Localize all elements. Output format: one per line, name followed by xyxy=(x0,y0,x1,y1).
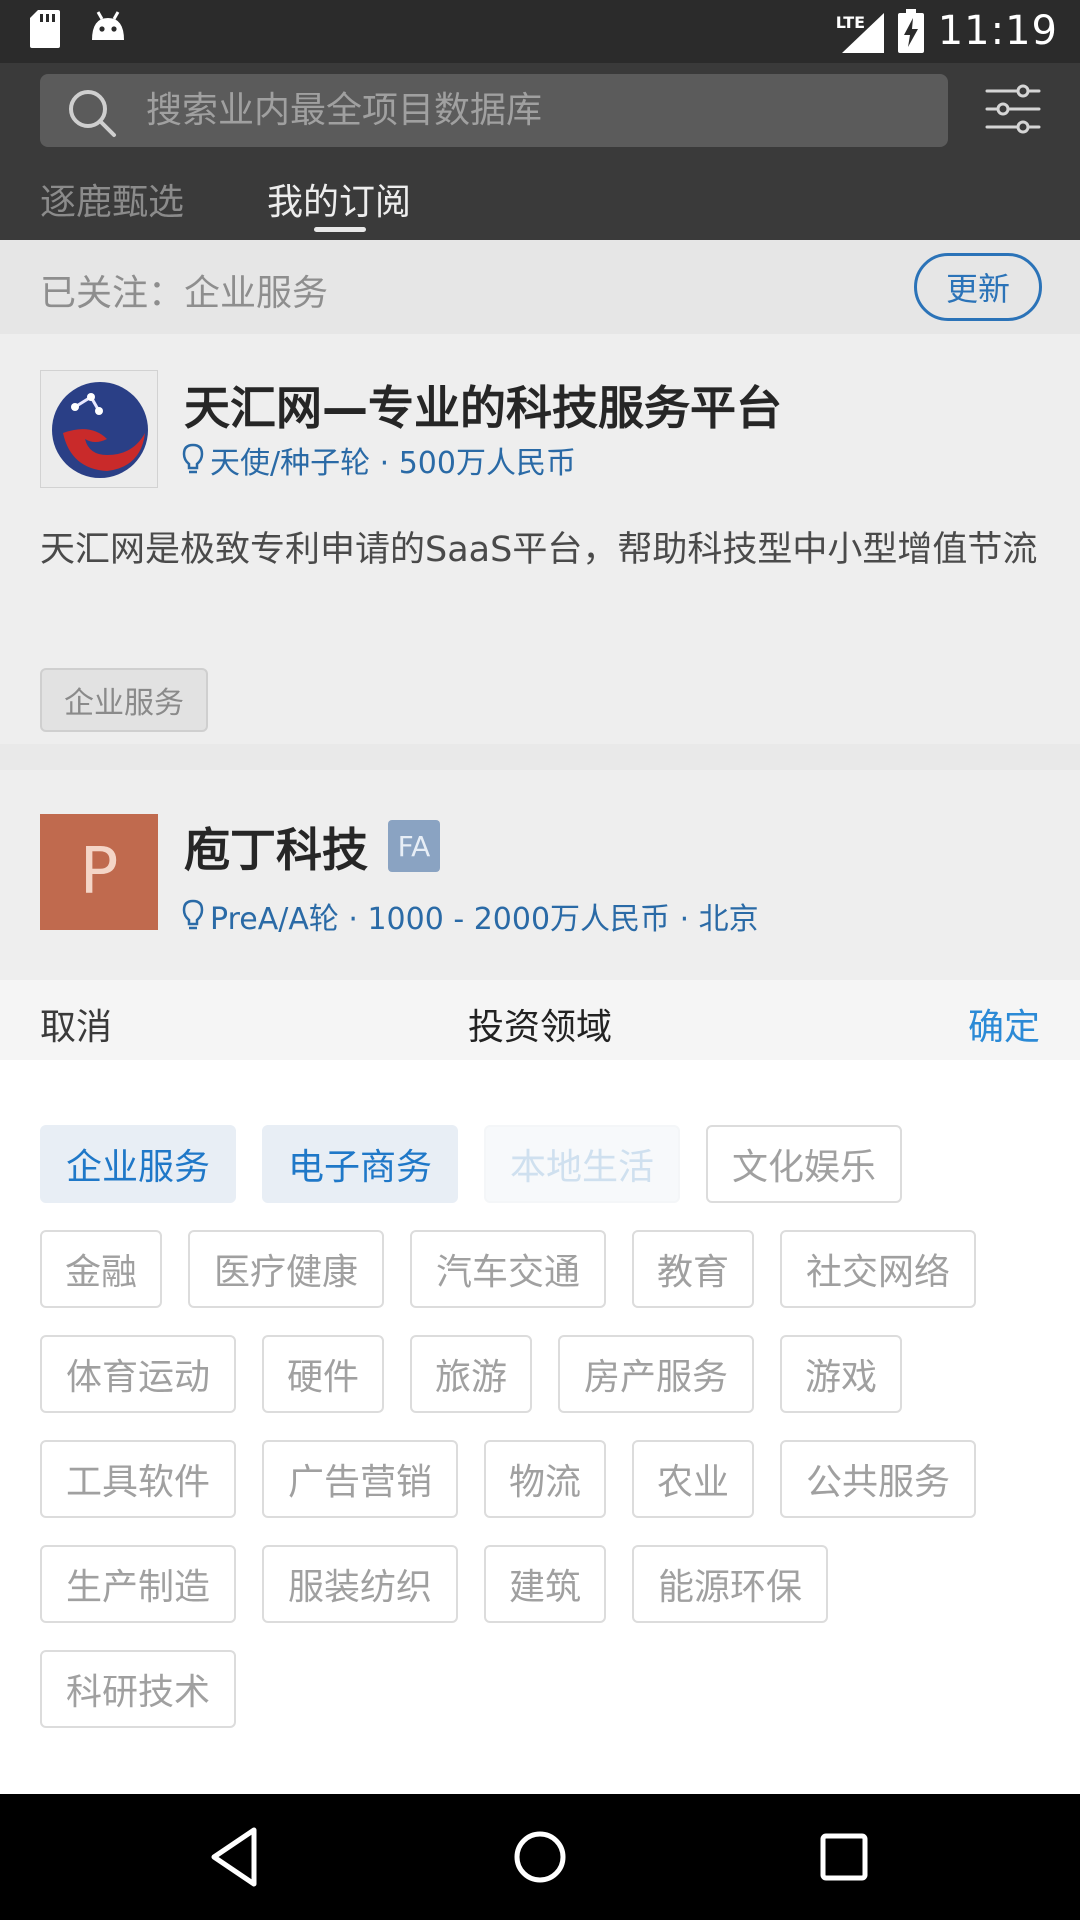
search-input[interactable] xyxy=(144,74,924,147)
field-chip[interactable]: 生产制造 xyxy=(40,1545,236,1623)
recents-icon[interactable] xyxy=(809,1822,879,1892)
field-chip[interactable]: 工具软件 xyxy=(40,1440,236,1518)
project-meta: 天使/种子轮 · 500万人民币 xyxy=(182,438,576,482)
sd-card-icon xyxy=(30,10,60,48)
field-chip[interactable]: 服装纺织 xyxy=(262,1545,458,1623)
active-tab-indicator xyxy=(314,227,366,232)
project-card[interactable]: 天汇网—专业的科技服务平台 天使/种子轮 · 500万人民币 天汇网是极致专利申… xyxy=(0,334,1080,744)
fa-badge: FA xyxy=(388,820,440,872)
tab-my-subscription[interactable]: 我的订阅 xyxy=(267,173,411,225)
field-chip[interactable]: 游戏 xyxy=(780,1335,902,1413)
search-bar[interactable] xyxy=(40,74,948,147)
search-icon xyxy=(69,90,116,137)
field-chip[interactable]: 电子商务 xyxy=(262,1125,458,1203)
update-button[interactable]: 更新 xyxy=(914,253,1042,321)
field-chip[interactable]: 金融 xyxy=(40,1230,162,1308)
investment-field-sheet: 取消 投资领域 确定 企业服务 电子商务 本地生活 文化娱乐金融 医疗健康 汽车交通 教育社… xyxy=(0,980,1080,1794)
signal-icon: LTE xyxy=(836,9,884,53)
confirm-button[interactable]: 确定 xyxy=(968,998,1040,1050)
project-title: 天汇网—专业的科技服务平台 xyxy=(184,381,782,435)
field-chip[interactable]: 文化娱乐 xyxy=(706,1125,902,1203)
filter-settings-icon[interactable] xyxy=(985,81,1041,137)
field-chip[interactable]: 房产服务 xyxy=(558,1335,754,1413)
field-chip[interactable]: 企业服务 xyxy=(40,1125,236,1203)
system-nav-bar xyxy=(0,1794,1080,1920)
followed-sectors-label: 已关注：企业服务 xyxy=(40,273,329,314)
field-chip[interactable]: 农业 xyxy=(632,1440,754,1518)
clock: 11:19 xyxy=(937,8,1058,54)
battery-charging-icon xyxy=(897,9,924,53)
home-icon[interactable] xyxy=(505,1822,575,1892)
lightbulb-icon xyxy=(182,443,204,474)
project-tag: 企业服务 xyxy=(40,668,208,732)
project-meta: PreA/A轮 · 1000 - 2000万人民币 · 北京 xyxy=(182,894,759,938)
field-chip[interactable]: 汽车交通 xyxy=(410,1230,606,1308)
subscription-feed: 已关注：企业服务 更新 天汇网—专业的科技服务平台 天使/种子轮 · 500万人… xyxy=(0,240,1080,990)
project-logo: P xyxy=(40,814,158,930)
app-header: 逐鹿甄选 我的订阅 xyxy=(0,63,1080,240)
project-round-amount: 天使/种子轮 · 500万人民币 xyxy=(210,446,576,481)
field-chip[interactable]: 体育运动 xyxy=(40,1335,236,1413)
field-chip[interactable]: 建筑 xyxy=(484,1545,606,1623)
project-round-amount: PreA/A轮 · 1000 - 2000万人民币 · 北京 xyxy=(210,902,759,937)
field-chip[interactable]: 旅游 xyxy=(410,1335,532,1413)
project-card[interactable]: P 庖丁科技 FA PreA/A轮 · 1000 - 2000万人民币 · 北京 xyxy=(0,770,1080,990)
tianhui-logo-icon xyxy=(52,382,148,478)
project-description: 天汇网是极致专利申请的SaaS平台，帮助科技型中小型增值节流 xyxy=(40,530,1038,570)
status-bar: LTE 11:19 xyxy=(0,0,1080,63)
tab-zhulu-selection[interactable]: 逐鹿甄选 xyxy=(40,173,184,225)
lightbulb-icon xyxy=(182,899,204,930)
android-icon xyxy=(92,11,124,40)
project-logo xyxy=(40,370,158,488)
tab-bar: 逐鹿甄选 我的订阅 xyxy=(0,163,1080,240)
back-icon[interactable] xyxy=(200,1822,270,1892)
field-chip[interactable]: 物流 xyxy=(484,1440,606,1518)
field-chip[interactable]: 能源环保 xyxy=(632,1545,828,1623)
field-chip[interactable]: 广告营销 xyxy=(262,1440,458,1518)
field-chip[interactable]: 科研技术 xyxy=(40,1650,236,1728)
field-chip[interactable]: 社交网络 xyxy=(780,1230,976,1308)
field-chip[interactable]: 硬件 xyxy=(262,1335,384,1413)
sheet-header: 取消 投资领域 确定 xyxy=(0,980,1080,1060)
field-chip[interactable]: 本地生活 xyxy=(484,1125,680,1203)
field-chip[interactable]: 医疗健康 xyxy=(188,1230,384,1308)
sheet-title: 投资领域 xyxy=(467,1007,612,1048)
project-title: 庖丁科技 xyxy=(184,823,368,877)
field-chip[interactable]: 教育 xyxy=(632,1230,754,1308)
follow-bar: 已关注：企业服务 更新 xyxy=(0,240,1080,334)
field-chip[interactable]: 公共服务 xyxy=(780,1440,976,1518)
